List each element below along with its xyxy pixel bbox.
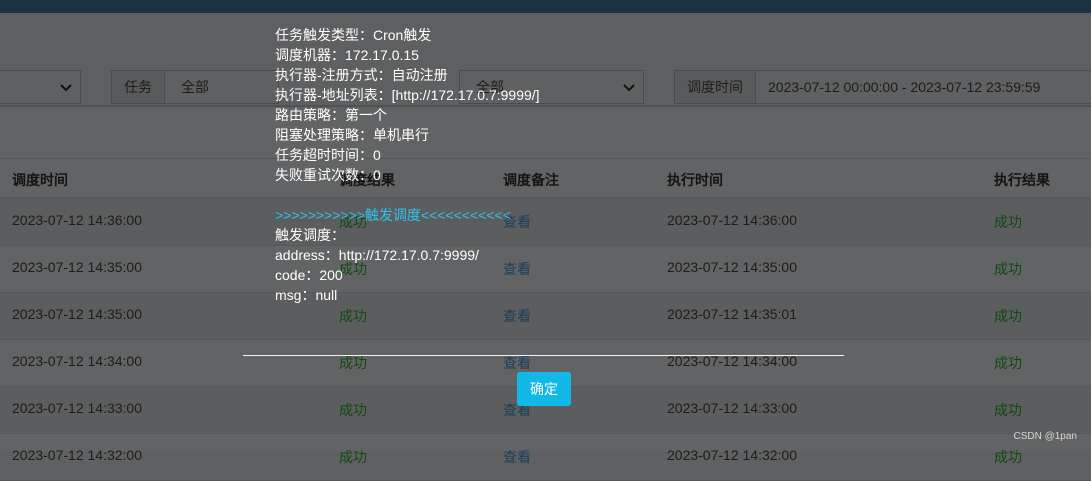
time-label: 调度时间: [674, 70, 756, 104]
job-select[interactable]: 全部: [164, 70, 279, 104]
trigger-result-cell: 成功: [339, 449, 367, 465]
job-select-value: 全部: [181, 79, 209, 95]
chevron-down-icon: [623, 84, 635, 92]
table-row: 2023-07-12 14:35:00 成功 查看 2023-07-12 14:…: [0, 246, 1091, 293]
trigger-result-cell: 成功: [339, 355, 367, 371]
result-line: msg：null: [275, 287, 338, 303]
handle-time-cell: 2023-07-12 14:33:00: [667, 400, 797, 416]
time-label-text: 调度时间: [687, 79, 743, 95]
trigger-result-cell: 成功: [339, 402, 367, 418]
handle-result-cell: 成功: [994, 261, 1022, 277]
job-label: 任务: [111, 70, 165, 104]
handle-result-cell: 成功: [994, 308, 1022, 324]
header-handle-time[interactable]: 执行时间: [667, 170, 723, 190]
header-handle-result[interactable]: 执行结果: [994, 170, 1050, 190]
trigger-time-cell: 2023-07-12 14:32:00: [12, 447, 142, 463]
table-header: 调度时间 调度结果 调度备注 执行时间 执行结果: [0, 158, 1091, 199]
handle-result-cell: 成功: [994, 402, 1022, 418]
top-navbar: [0, 0, 1091, 13]
message-line: 路由策略：第一个: [275, 107, 387, 123]
trigger-time-cell: 2023-07-12 14:35:00: [12, 306, 142, 322]
handle-time-cell: 2023-07-12 14:32:00: [667, 447, 797, 463]
time-range-input[interactable]: 2023-07-12 00:00:00 - 2023-07-12 23:59:5…: [755, 70, 1091, 104]
trigger-time-cell: 2023-07-12 14:36:00: [12, 212, 142, 228]
trigger-log-message: 任务触发类型：Cron触发 调度机器：172.17.0.15 执行器-注册方式：…: [275, 25, 540, 305]
message-line: 阻塞处理策略：单机串行: [275, 127, 429, 143]
table-row: 2023-07-12 14:36:00 成功 查看 2023-07-12 14:…: [0, 199, 1091, 246]
watermark: CSDN @1pan: [1013, 431, 1077, 442]
handle-result-cell: 成功: [994, 214, 1022, 230]
modal-footer-divider: [243, 355, 844, 356]
result-line: code：200: [275, 267, 343, 283]
handle-time-cell: 2023-07-12 14:35:01: [667, 306, 797, 322]
handle-time-cell: 2023-07-12 14:35:00: [667, 259, 797, 275]
handle-time-cell: 2023-07-12 14:36:00: [667, 212, 797, 228]
trigger-time-cell: 2023-07-12 14:33:00: [12, 400, 142, 416]
message-line: 调度机器：172.17.0.15: [275, 47, 419, 63]
message-line: 任务超时时间：0: [275, 147, 381, 163]
trigger-separator: >>>>>>>>>>>触发调度<<<<<<<<<<<: [275, 207, 511, 223]
remark-link[interactable]: 查看: [503, 447, 531, 467]
remark-link[interactable]: 查看: [503, 353, 531, 373]
time-range-value: 2023-07-12 00:00:00 - 2023-07-12 23:59:5…: [768, 79, 1041, 95]
executor-select[interactable]: [0, 70, 81, 104]
message-line: 失败重试次数：0: [275, 167, 381, 183]
handle-result-cell: 成功: [994, 449, 1022, 465]
table-row: 2023-07-12 14:32:00 成功 查看 2023-07-12 14:…: [0, 434, 1091, 481]
table-row: 2023-07-12 14:35:00 成功 查看 2023-07-12 14:…: [0, 293, 1091, 340]
log-table: 调度时间 调度结果 调度备注 执行时间 执行结果 2023-07-12 14:3…: [0, 158, 1091, 481]
handle-result-cell: 成功: [994, 355, 1022, 371]
result-line: 触发调度：: [275, 227, 345, 243]
message-line: 执行器-注册方式：自动注册: [275, 67, 448, 83]
header-trigger-time[interactable]: 调度时间: [12, 170, 68, 190]
message-line: 执行器-地址列表：[http://172.17.0.7:9999/]: [275, 87, 540, 103]
trigger-result-cell: 成功: [339, 308, 367, 324]
result-line: address：http://172.17.0.7:9999/: [275, 247, 479, 263]
trigger-time-cell: 2023-07-12 14:34:00: [12, 353, 142, 369]
trigger-time-cell: 2023-07-12 14:35:00: [12, 259, 142, 275]
chevron-down-icon: [60, 84, 72, 92]
remark-link[interactable]: 查看: [503, 306, 531, 326]
message-line: 任务触发类型：Cron触发: [275, 27, 432, 43]
job-label-text: 任务: [124, 79, 152, 95]
confirm-button[interactable]: 确定: [517, 372, 571, 406]
